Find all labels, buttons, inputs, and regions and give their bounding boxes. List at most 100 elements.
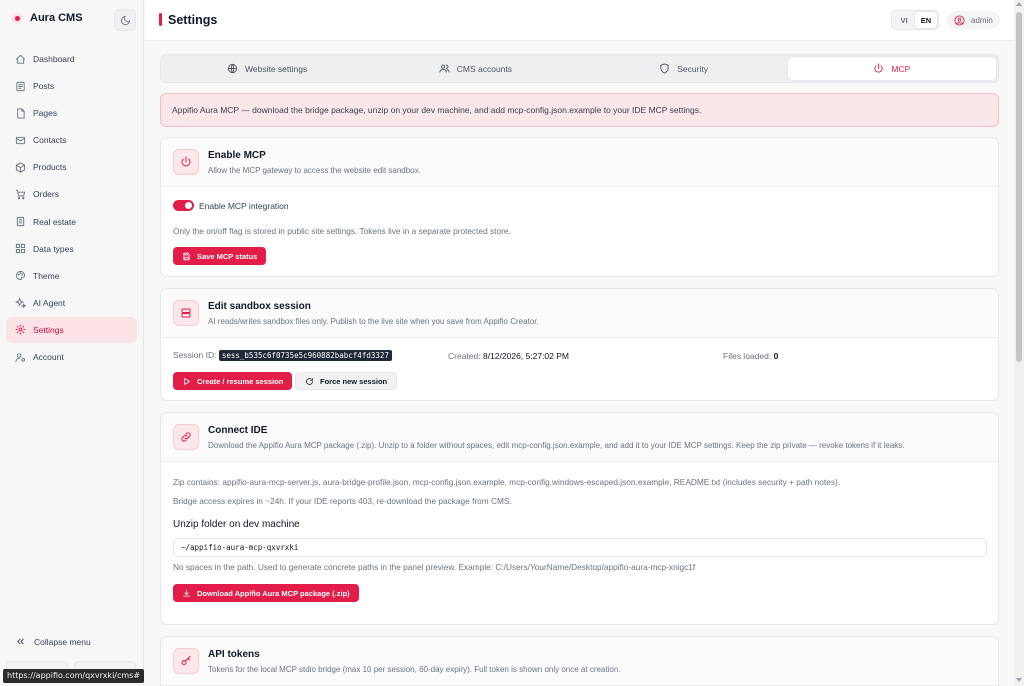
card-subtitle: Download the Appifio Aura MCP package (.… [208, 441, 905, 450]
users-icon [439, 63, 450, 74]
sidebar-nav: Dashboard Posts Pages Contacts Products … [6, 46, 137, 371]
sidebar-item-account[interactable]: Account [6, 344, 137, 370]
server-icon [173, 300, 199, 326]
mcp-notice: Appifio Aura MCP — download the bridge p… [160, 93, 999, 127]
save-mcp-status-button[interactable]: Save MCP status [173, 247, 267, 265]
link-icon [173, 424, 199, 450]
created-row: Created: 8/12/2026, 5:27:02 PM [448, 351, 569, 361]
tab-security[interactable]: Security [580, 57, 788, 80]
card-title: Enable MCP [208, 150, 266, 161]
language-vi-button[interactable]: VI [893, 12, 915, 28]
tab-label: CMS accounts [456, 63, 513, 74]
sidebar-item-pages[interactable]: Pages [6, 100, 137, 126]
document-icon [15, 81, 26, 92]
sidebar-item-label: Products [33, 162, 67, 173]
session-id-label: Session ID: [173, 350, 217, 360]
card-subtitle: Tokens for the local MCP stdio bridge (m… [208, 665, 621, 674]
enable-mcp-card: Enable MCP Allow the MCP gateway to acce… [160, 137, 999, 277]
home-icon [15, 54, 26, 65]
language-en-button[interactable]: EN [915, 12, 937, 28]
sidebar-item-real-estate[interactable]: Real estate [6, 209, 137, 235]
settings-tabs: Website settings CMS accounts Security M… [160, 54, 999, 83]
card-header: Enable MCP Allow the MCP gateway to acce… [161, 138, 998, 187]
brand[interactable]: Aura CMS [12, 12, 83, 24]
sidebar-item-label: Pages [33, 108, 58, 119]
unzip-folder-input[interactable]: ~/appifio-aura-mcp-qxvrxki [173, 538, 987, 557]
globe-icon [227, 63, 238, 74]
tab-label: Website settings [245, 63, 308, 74]
refresh-icon [305, 377, 314, 386]
box-icon [15, 162, 26, 173]
sparkles-icon [15, 297, 26, 309]
download-mcp-package-button[interactable]: Download Appifio Aura MCP package (.zip) [173, 584, 359, 602]
card-title: Edit sandbox session [208, 301, 311, 312]
enable-mcp-note: Only the on/off flag is stored in public… [173, 226, 511, 236]
play-icon [182, 377, 191, 386]
create-resume-session-button[interactable]: Create / resume session [173, 372, 293, 390]
files-loaded-row: Files loaded: 0 [723, 351, 778, 361]
card-header: Connect IDE Download the Appifio Aura MC… [161, 413, 998, 462]
sidebar-item-ai-agent[interactable]: AI Agent [6, 290, 137, 316]
sidebar-item-orders[interactable]: Orders [6, 181, 137, 207]
key-icon [173, 648, 199, 674]
sidebar-item-label: AI Agent [33, 297, 66, 308]
user-circle-icon [954, 14, 965, 26]
sidebar-item-label: Orders [33, 189, 59, 200]
tab-mcp[interactable]: MCP [787, 57, 996, 80]
tab-cms-accounts[interactable]: CMS accounts [371, 57, 579, 80]
page-scrollbar[interactable] [1014, 0, 1024, 686]
sidebar-item-theme[interactable]: Theme [6, 263, 137, 289]
app-name: Aura CMS [30, 12, 83, 24]
sidebar-item-settings[interactable]: Settings [6, 316, 137, 343]
session-id-row: Session ID: sess_b535c6f0735e5c960882bab… [173, 350, 392, 361]
theme-toggle-button[interactable] [114, 9, 136, 31]
power-icon [173, 149, 199, 175]
logo-icon [12, 12, 23, 24]
tab-website-settings[interactable]: Website settings [163, 57, 371, 80]
collapse-menu-button[interactable]: Collapse menu [15, 636, 91, 647]
page-title: Settings [168, 13, 218, 27]
unzip-folder-label: Unzip folder on dev machine [173, 519, 300, 530]
unzip-folder-hint: No spaces in the path. Used to generate … [173, 562, 696, 572]
sidebar-item-contacts[interactable]: Contacts [6, 127, 137, 153]
force-new-session-button[interactable]: Force new session [295, 372, 398, 390]
card-title: Connect IDE [208, 425, 268, 436]
moon-icon [120, 15, 131, 26]
enable-mcp-toggle[interactable] [173, 200, 194, 211]
created-label: Created: [448, 351, 481, 361]
button-label: Force new session [320, 376, 388, 386]
sidebar-item-label: Contacts [33, 135, 67, 146]
sidebar-item-label: Data types [33, 243, 74, 254]
sidebar-item-dashboard[interactable]: Dashboard [6, 46, 137, 72]
sidebar-item-label: Theme [33, 270, 60, 281]
scroll-down-arrow[interactable] [1016, 678, 1022, 682]
created-value: 8/12/2026, 5:27:02 PM [482, 351, 569, 361]
session-id-value: sess_b535c6f0735e5c960882babcf4fd3327 [218, 350, 392, 361]
sidebar-item-posts[interactable]: Posts [6, 73, 137, 99]
scrollbar-thumb[interactable] [1016, 12, 1022, 362]
sidebar-item-label: Dashboard [33, 54, 75, 64]
files-loaded-label: Files loaded: [723, 351, 772, 361]
building-icon [15, 216, 26, 227]
tab-label: MCP [891, 63, 911, 74]
collapse-menu-label: Collapse menu [34, 636, 91, 647]
sidebar-item-label: Account [33, 352, 64, 363]
card-header: Edit sandbox session AI reads/writes san… [161, 289, 998, 338]
sidebar-item-label: Settings [33, 324, 64, 335]
sidebar-item-products[interactable]: Products [6, 154, 137, 180]
enable-mcp-toggle-label: Enable MCP integration [199, 201, 289, 211]
button-label: Create / resume session [197, 376, 284, 386]
download-icon [182, 589, 191, 598]
pages-icon [15, 108, 26, 119]
chevrons-left-icon [15, 636, 26, 647]
card-title: API tokens [208, 649, 260, 660]
api-tokens-card: API tokens Tokens for the local MCP stdi… [160, 636, 999, 686]
sidebar-item-data-types[interactable]: Data types [6, 236, 137, 262]
scroll-up-arrow[interactable] [1016, 2, 1022, 6]
sandbox-session-card: Edit sandbox session AI reads/writes san… [160, 288, 999, 401]
sidebar-item-label: Real estate [33, 216, 76, 227]
title-accent-bar [159, 13, 162, 26]
user-menu[interactable]: admin [947, 11, 1000, 29]
palette-icon [15, 270, 26, 281]
card-subtitle: Allow the MCP gateway to access the webs… [208, 166, 421, 175]
